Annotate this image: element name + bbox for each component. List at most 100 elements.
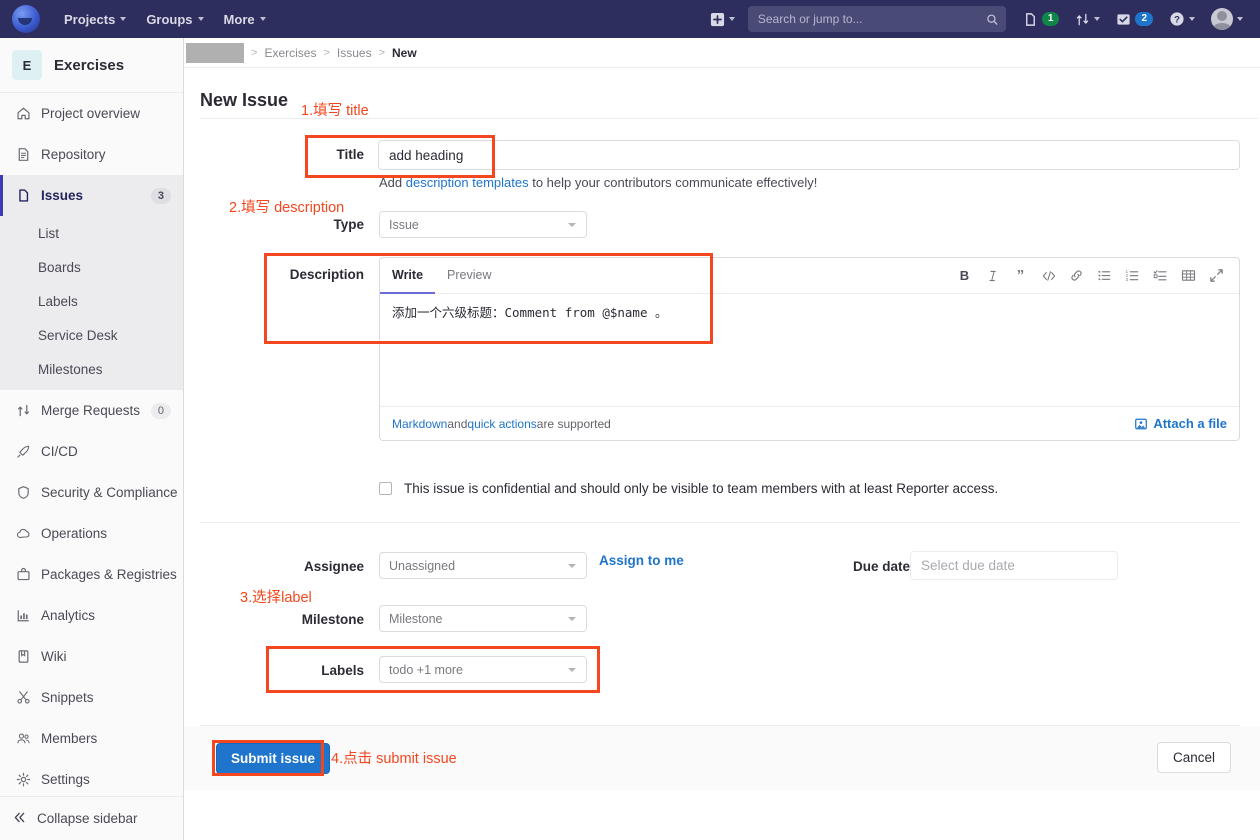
description-field-label: Description xyxy=(289,267,364,282)
table-icon[interactable] xyxy=(1180,267,1197,284)
sidebar-subitem-labels[interactable]: Labels xyxy=(0,284,183,318)
confidential-checkbox[interactable] xyxy=(379,482,392,495)
projects-menu[interactable]: Projects xyxy=(54,0,136,38)
sidebar-item-label: Settings xyxy=(41,772,90,787)
sidebar-subitem-list[interactable]: List xyxy=(0,216,183,250)
type-field-label: Type xyxy=(333,217,364,232)
sidebar-item-settings[interactable]: Settings xyxy=(0,759,183,800)
description-templates-hint: Add description templates to help your c… xyxy=(379,175,817,190)
sidebar-item-project-overview[interactable]: Project overview xyxy=(0,93,183,134)
description-textarea[interactable] xyxy=(380,294,1239,406)
chevron-down-icon xyxy=(1094,17,1101,21)
assign-to-me-link[interactable]: Assign to me xyxy=(599,553,684,568)
merge-requests-button[interactable] xyxy=(1068,0,1107,38)
attach-file-button[interactable]: Attach a file xyxy=(1134,416,1227,431)
project-name: Exercises xyxy=(54,56,125,74)
numbered-list-icon[interactable]: 1 2 3 xyxy=(1124,267,1141,284)
sidebar-item-cicd[interactable]: CI/CD xyxy=(0,431,183,472)
scissors-icon xyxy=(15,690,31,706)
document-icon xyxy=(15,147,31,163)
sidebar-subitem-label: Boards xyxy=(38,259,81,275)
groups-menu[interactable]: Groups xyxy=(136,0,213,38)
task-list-icon[interactable] xyxy=(1152,267,1169,284)
projects-menu-label: Projects xyxy=(64,11,116,27)
sidebar-subitem-service-desk[interactable]: Service Desk xyxy=(0,318,183,352)
question-circle-icon: ? xyxy=(1170,12,1184,26)
markdown-link[interactable]: Markdown xyxy=(392,417,447,431)
issues-count-badge: 1 xyxy=(1041,12,1060,26)
sidebar-item-label: Operations xyxy=(41,526,108,541)
user-menu-button[interactable] xyxy=(1204,0,1250,38)
sidebar-item-merge-requests[interactable]: Merge Requests 0 xyxy=(0,390,183,431)
title-input[interactable] xyxy=(378,140,1240,170)
sidebar-item-operations[interactable]: Operations xyxy=(0,513,183,554)
confidential-row: This issue is confidential and should on… xyxy=(379,481,998,496)
fullscreen-icon[interactable] xyxy=(1208,267,1225,284)
tab-preview[interactable]: Preview xyxy=(435,258,503,294)
gitlab-logo-icon[interactable] xyxy=(12,5,40,33)
description-footer: Markdown and quick actions are supported… xyxy=(380,406,1239,440)
sidebar-mr-count: 0 xyxy=(150,402,171,419)
type-select[interactable]: Issue xyxy=(379,211,587,238)
sidebar-item-wiki[interactable]: Wiki xyxy=(0,636,183,677)
chevron-down-icon xyxy=(197,17,204,21)
project-header[interactable]: E Exercises xyxy=(0,38,183,93)
link-icon[interactable] xyxy=(1068,267,1085,284)
tab-write[interactable]: Write xyxy=(380,258,436,294)
quick-actions-link[interactable]: quick actions xyxy=(467,417,536,431)
bold-icon[interactable]: B xyxy=(956,267,973,284)
tab-preview-label: Preview xyxy=(447,268,492,282)
chevron-down-icon xyxy=(568,616,576,621)
issues-counter-button[interactable]: 1 xyxy=(1016,0,1067,38)
sidebar-subitem-boards[interactable]: Boards xyxy=(0,250,183,284)
title-divider xyxy=(200,118,1258,119)
sidebar-item-repository[interactable]: Repository xyxy=(0,134,183,175)
due-date-input[interactable] xyxy=(910,551,1118,580)
chevron-down-icon xyxy=(1237,17,1243,21)
sidebar-subitem-milestones[interactable]: Milestones xyxy=(0,352,183,386)
type-select-value: Issue xyxy=(389,217,419,232)
search-input[interactable] xyxy=(755,11,986,27)
sidebar-subitem-label: List xyxy=(38,225,60,241)
sidebar-item-label: Project overview xyxy=(41,106,141,121)
sidebar-item-members[interactable]: Members xyxy=(0,718,183,759)
labels-select[interactable]: todo +1 more xyxy=(379,656,587,683)
collapse-sidebar-button[interactable]: Collapse sidebar xyxy=(0,796,183,840)
submit-issue-button[interactable]: Submit issue xyxy=(216,743,331,774)
sidebar-item-label: Packages & Registries xyxy=(41,567,177,582)
due-date-field-label: Due date xyxy=(852,559,910,574)
breadcrumb-item-issues[interactable]: Issues xyxy=(337,46,372,60)
sidebar-item-issues[interactable]: Issues 3 xyxy=(0,175,183,216)
sidebar-subitem-label: Milestones xyxy=(38,361,103,377)
breadcrumb-redacted-namespace xyxy=(186,42,244,63)
sidebar-item-analytics[interactable]: Analytics xyxy=(0,595,183,636)
todos-counter-button[interactable]: 2 xyxy=(1109,0,1160,38)
more-menu[interactable]: More xyxy=(214,0,276,38)
description-templates-link[interactable]: description templates xyxy=(406,175,529,190)
sidebar-item-packages-registries[interactable]: Packages & Registries xyxy=(0,554,183,595)
code-icon[interactable] xyxy=(1040,267,1057,284)
sidebar-item-label: Wiki xyxy=(41,649,67,664)
breadcrumb-item-exercises[interactable]: Exercises xyxy=(264,46,316,60)
sidebar-item-label: CI/CD xyxy=(41,444,78,459)
attach-file-label: Attach a file xyxy=(1153,416,1227,431)
chevron-down-icon xyxy=(568,222,576,227)
sidebar-item-snippets[interactable]: Snippets xyxy=(0,677,183,718)
rocket-icon xyxy=(15,444,31,460)
help-button[interactable]: ? xyxy=(1162,0,1202,38)
bullet-list-icon[interactable] xyxy=(1096,267,1113,284)
attach-image-icon xyxy=(1135,418,1148,429)
sidebar-item-label: Security & Compliance xyxy=(41,485,178,500)
assignee-select[interactable]: Unassigned xyxy=(379,552,587,579)
chevron-down-icon xyxy=(259,17,266,21)
package-icon xyxy=(15,567,31,583)
sidebar-item-label: Repository xyxy=(41,147,106,162)
italic-icon[interactable] xyxy=(984,267,1001,284)
new-item-button[interactable] xyxy=(703,0,742,38)
section-divider-top xyxy=(200,522,1240,523)
cancel-button[interactable]: Cancel xyxy=(1157,742,1232,773)
search-box[interactable] xyxy=(747,6,1006,32)
quote-icon[interactable]: ” xyxy=(1012,267,1029,284)
milestone-select[interactable]: Milestone xyxy=(379,605,587,632)
sidebar-item-security-compliance[interactable]: Security & Compliance xyxy=(0,472,183,513)
